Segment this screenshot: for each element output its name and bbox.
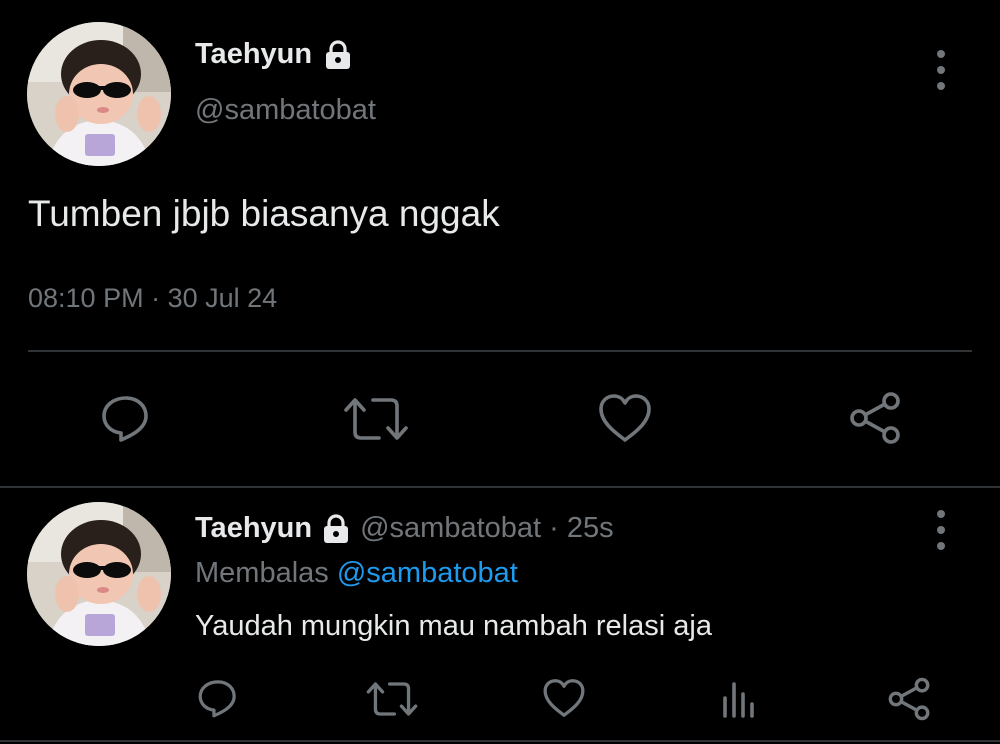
display-name-row[interactable]: Taehyun xyxy=(195,38,352,71)
heart-icon xyxy=(599,394,651,442)
share-button[interactable] xyxy=(846,390,904,446)
display-name[interactable]: Taehyun xyxy=(195,38,312,71)
reply-text: Yaudah mungkin mau nambah relasi aja xyxy=(195,610,712,642)
reply-button[interactable] xyxy=(98,390,154,446)
avatar-photo-icon xyxy=(27,22,171,166)
handle[interactable]: @sambatobat xyxy=(360,512,541,544)
analytics-icon xyxy=(723,682,754,718)
tweet-date: 30 Jul 24 xyxy=(167,283,278,313)
lock-icon xyxy=(322,513,350,544)
replying-to: Membalas @sambatobat xyxy=(195,557,518,590)
divider xyxy=(28,350,972,352)
separator: · xyxy=(151,283,161,313)
views-button[interactable] xyxy=(716,676,760,720)
separator: · xyxy=(549,512,559,544)
reply-header: Taehyun @sambatobat · 25s xyxy=(195,512,614,545)
tweet-time: 08:10 PM xyxy=(28,283,144,313)
more-vertical-icon[interactable] xyxy=(931,510,951,550)
share-icon xyxy=(888,677,930,721)
avatar[interactable] xyxy=(27,22,171,166)
divider xyxy=(0,486,1000,488)
comment-icon xyxy=(102,396,148,442)
retweet-button[interactable] xyxy=(342,392,410,446)
retweet-icon xyxy=(366,682,418,716)
share-icon xyxy=(850,392,900,444)
like-button[interactable] xyxy=(541,676,587,720)
lock-icon xyxy=(324,39,352,70)
retweet-icon xyxy=(344,398,408,440)
tweet-age[interactable]: 25s xyxy=(567,512,614,544)
avatar[interactable] xyxy=(27,502,171,646)
heart-icon xyxy=(543,679,585,717)
display-name[interactable]: Taehyun xyxy=(195,512,312,545)
comment-icon xyxy=(198,680,236,718)
more-vertical-icon[interactable] xyxy=(931,50,951,90)
tweet-text: Tumben jbjb biasanya nggak xyxy=(28,193,500,234)
share-button[interactable] xyxy=(886,676,932,722)
timestamp[interactable]: 08:10 PM · 30 Jul 24 xyxy=(28,283,277,314)
handle[interactable]: @sambatobat xyxy=(195,94,376,127)
avatar-photo-icon xyxy=(27,502,171,646)
reply-button[interactable] xyxy=(196,676,240,720)
divider xyxy=(0,740,1000,742)
retweet-button[interactable] xyxy=(366,678,418,720)
replying-prefix: Membalas xyxy=(195,557,329,589)
like-button[interactable] xyxy=(596,390,654,446)
mention-link[interactable]: @sambatobat xyxy=(337,557,518,589)
